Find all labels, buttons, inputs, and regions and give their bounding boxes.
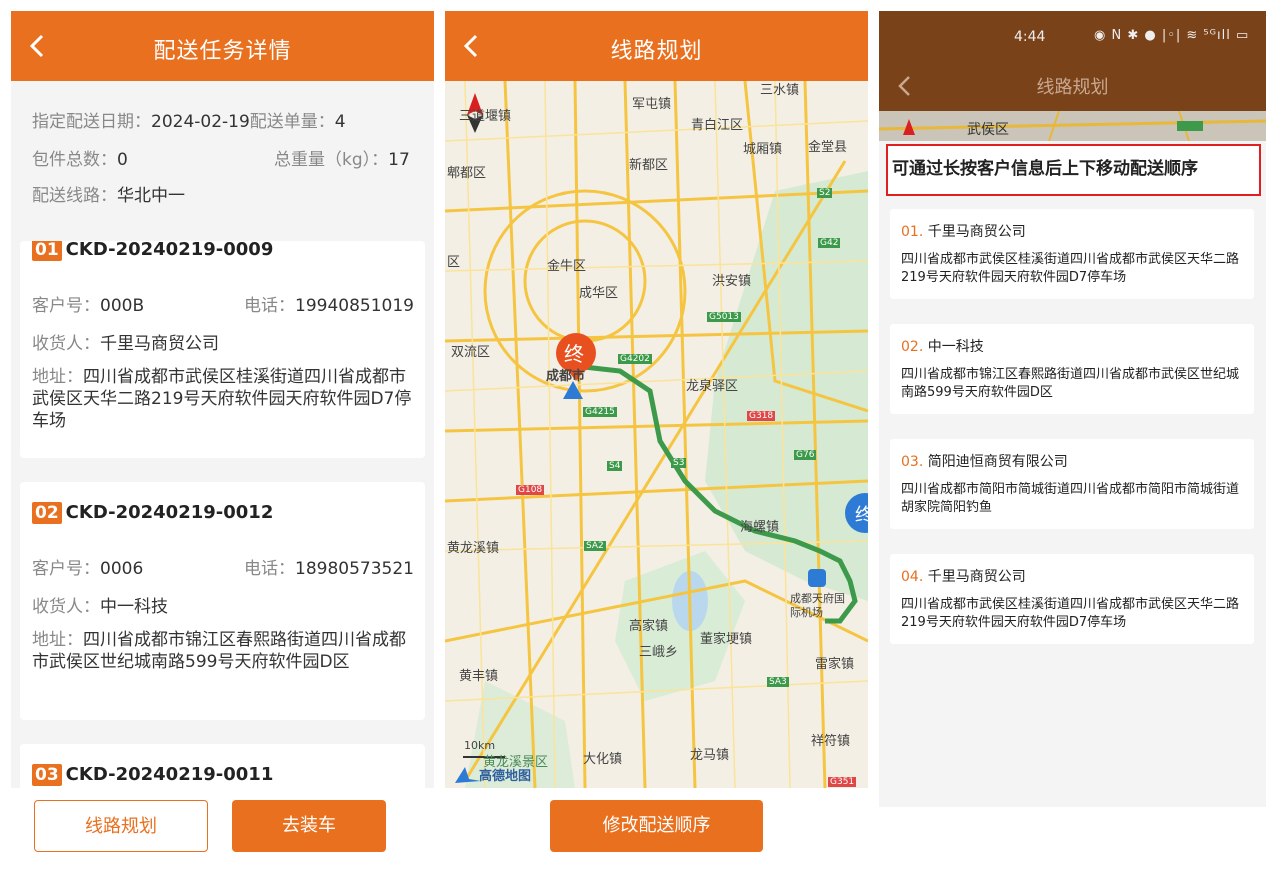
road-badge: G76 bbox=[794, 450, 817, 460]
road-badge: G4215 bbox=[583, 407, 617, 417]
item-address: 四川省成都市简阳市简城街道四川省成都市简阳市简城街道胡家院简阳钓鱼 bbox=[901, 482, 1240, 515]
map-label: 新都区 bbox=[629, 158, 669, 173]
page-title: 线路规划 bbox=[610, 39, 703, 64]
map-label: 金牛区 bbox=[547, 259, 587, 274]
road-badge: S4 bbox=[607, 461, 623, 471]
map-label: 祥符镇 bbox=[811, 734, 851, 749]
phone-number: 电话：19940851019 bbox=[244, 296, 414, 316]
end-marker[interactable]: 终 bbox=[855, 501, 868, 527]
list-item[interactable]: 04. 千里马商贸公司 四川省成都市武侯区桂溪街道四川省成都市武侯区天华二路21… bbox=[890, 554, 1254, 644]
map-label: 龙泉驿区 bbox=[686, 379, 739, 394]
item-title: 03. 简阳迪恒商贸有限公司 bbox=[901, 454, 1068, 470]
status-time: 4:44 bbox=[1014, 29, 1046, 45]
status-bar: 4:44 ◉ N ✱ ● |◦| ≋ ⁵ᴳıll ▭ 线路规划 bbox=[879, 11, 1266, 111]
map-label: 区 bbox=[447, 255, 461, 270]
map-label: 三水镇 bbox=[760, 83, 800, 98]
delivery-detail-screen: 配送任务详情 指定配送日期：2024-02-19配送单量：4 包件总数：0 总重… bbox=[11, 11, 434, 871]
item-title: 01. 千里马商贸公司 bbox=[901, 224, 1026, 240]
road-badge: G108 bbox=[516, 485, 545, 495]
go-load-button[interactable]: 去装车 bbox=[232, 800, 386, 852]
route-plan-button[interactable]: 线路规划 bbox=[34, 800, 208, 852]
route-map-screen: 线路规划 三道堰镇 军屯镇 三水镇 青白江区 郫都区 新都区 城厢镇 金堂县 金… bbox=[445, 11, 868, 871]
order-badge: 01 bbox=[32, 241, 62, 261]
road-badge: SA2 bbox=[584, 541, 606, 551]
order-number: 01 CKD-20240219-0009 bbox=[32, 241, 273, 261]
map-label: 城厢镇 bbox=[743, 142, 783, 157]
map-label: 三道堰镇 bbox=[459, 109, 512, 124]
map-label: 雷家镇 bbox=[815, 657, 855, 672]
address: 地址：四川省成都市武侯区桂溪街道四川省成都市武侯区天华二路219号天府软件园天府… bbox=[32, 367, 412, 431]
map-label: 黄龙溪镇 bbox=[447, 541, 500, 556]
customer-number: 客户号：0006 bbox=[32, 559, 144, 579]
phone-number: 电话：18980573521 bbox=[244, 559, 414, 579]
road-badge: S2 bbox=[817, 188, 833, 198]
item-title: 02. 中一科技 bbox=[901, 339, 984, 355]
bottom-action-bar: 线路规划 去装车 bbox=[11, 788, 434, 871]
receiver: 收货人：千里马商贸公司 bbox=[32, 334, 219, 354]
map-label: 军屯镇 bbox=[632, 97, 672, 112]
road-badge: G42 bbox=[818, 238, 841, 248]
road-badge: S3 bbox=[671, 458, 687, 468]
road-badge: G351 bbox=[828, 777, 857, 787]
map-label: 大化镇 bbox=[583, 752, 623, 767]
map-label: 金堂县 bbox=[808, 140, 848, 155]
map-label: 青白江区 bbox=[691, 118, 744, 133]
map-label: 成都天府国际机场 bbox=[790, 592, 845, 619]
order-badge: 02 bbox=[32, 502, 62, 524]
page-title: 配送任务详情 bbox=[153, 39, 292, 64]
nav-bar: 配送任务详情 bbox=[11, 11, 434, 81]
road-badge: G318 bbox=[747, 411, 776, 421]
order-card[interactable]: 02 CKD-20240219-0012 客户号：0006 电话：18980573… bbox=[20, 482, 425, 720]
list-item[interactable]: 02. 中一科技 四川省成都市锦江区春熙路街道四川省成都市武侯区世纪城南路599… bbox=[890, 324, 1254, 414]
map-label: 双流区 bbox=[451, 345, 491, 360]
total-weight: 总重量（kg）：17 bbox=[274, 150, 410, 170]
map-label: 龙马镇 bbox=[690, 748, 730, 763]
reorder-hint: 可通过长按客户信息后上下移动配送顺序 bbox=[886, 144, 1261, 196]
status-icons: ◉ N ✱ ● |◦| ≋ ⁵ᴳıll ▭ bbox=[1094, 28, 1250, 43]
order-number: 03 CKD-20240219-0011 bbox=[32, 764, 273, 786]
list-item[interactable]: 01. 千里马商贸公司 四川省成都市武侯区桂溪街道四川省成都市武侯区天华二路21… bbox=[890, 209, 1254, 299]
modify-delivery-order-button[interactable]: 修改配送顺序 bbox=[550, 800, 763, 852]
map-label: 成华区 bbox=[579, 286, 619, 301]
map-strip: 武侯区 bbox=[879, 111, 1266, 141]
package-total: 包件总数：0 bbox=[32, 150, 128, 170]
item-address: 四川省成都市武侯区桂溪街道四川省成都市武侯区天华二路219号天府软件园天府软件园… bbox=[901, 597, 1240, 630]
delivery-date: 指定配送日期：2024-02-19配送单量：4 bbox=[32, 112, 346, 132]
map-strip-canvas bbox=[879, 111, 1266, 141]
map-label: 三峨乡 bbox=[639, 645, 679, 660]
reorder-screen: 4:44 ◉ N ✱ ● |◦| ≋ ⁵ᴳıll ▭ 线路规划 武侯区 可通过长… bbox=[879, 11, 1266, 807]
page-title: 线路规划 bbox=[1036, 77, 1109, 98]
map-label: 董家埂镇 bbox=[700, 632, 753, 647]
nav-bar: 线路规划 bbox=[445, 11, 868, 81]
end-marker[interactable]: 终 bbox=[564, 338, 584, 367]
delivery-route: 配送线路：华北中一 bbox=[32, 186, 185, 206]
order-badge: 03 bbox=[32, 764, 62, 786]
map-label: 黄丰镇 bbox=[459, 669, 499, 684]
map-label: 洪安镇 bbox=[712, 274, 752, 289]
road-badge: SA3 bbox=[767, 677, 789, 687]
receiver: 收货人：中一科技 bbox=[32, 597, 168, 617]
map-label: 黄龙溪景区 bbox=[483, 755, 549, 770]
bottom-action-bar: 修改配送顺序 bbox=[445, 788, 868, 871]
list-item[interactable]: 03. 简阳迪恒商贸有限公司 四川省成都市简阳市简城街道四川省成都市简阳市简城街… bbox=[890, 439, 1254, 529]
map-label: 郫都区 bbox=[447, 166, 487, 181]
route-map[interactable]: 三道堰镇 军屯镇 三水镇 青白江区 郫都区 新都区 城厢镇 金堂县 金牛区 成华… bbox=[445, 81, 868, 788]
map-label: 高家镇 bbox=[629, 619, 669, 634]
address: 地址：四川省成都市锦江区春熙路街道四川省成都市武侯区世纪城南路599号天府软件园… bbox=[32, 630, 406, 672]
map-label: 武侯区 bbox=[967, 122, 1009, 138]
map-label: 海螺镇 bbox=[740, 520, 780, 535]
item-address: 四川省成都市锦江区春熙路街道四川省成都市武侯区世纪城南路599号天府软件园D区 bbox=[901, 367, 1240, 400]
customer-number: 客户号：000B bbox=[32, 296, 145, 316]
task-summary: 指定配送日期：2024-02-19配送单量：4 包件总数：0 总重量（kg）：1… bbox=[11, 81, 434, 241]
map-label: 成都市 bbox=[546, 369, 586, 384]
map-canvas bbox=[445, 81, 868, 788]
road-badge: G4202 bbox=[618, 354, 652, 364]
order-number: 02 CKD-20240219-0012 bbox=[32, 502, 273, 524]
item-title: 04. 千里马商贸公司 bbox=[901, 569, 1026, 585]
order-card[interactable]: 01 CKD-20240219-0009 客户号：000B 电话：19940851… bbox=[20, 241, 425, 458]
road-badge: G5013 bbox=[707, 312, 741, 322]
order-card[interactable]: 03 CKD-20240219-0011 bbox=[20, 744, 425, 794]
item-address: 四川省成都市武侯区桂溪街道四川省成都市武侯区天华二路219号天府软件园天府软件园… bbox=[901, 252, 1240, 285]
